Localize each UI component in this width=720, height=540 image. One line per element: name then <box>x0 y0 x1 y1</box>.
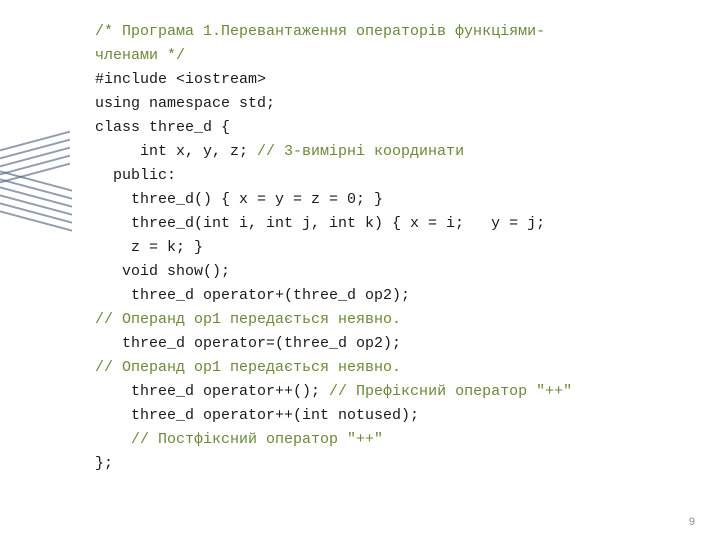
code-text: public: <box>95 167 176 184</box>
page-number: 9 <box>689 516 695 528</box>
code-text: // 3-вимірні координати <box>257 143 464 160</box>
code-text: int x, y, z; <box>95 143 257 160</box>
code-text: #include <box>95 71 176 88</box>
code-text: // Операнд op1 передається неявно. <box>95 311 401 328</box>
code-text: class three_d { <box>95 119 230 136</box>
code-text: z = k; } <box>95 239 203 256</box>
code-text: /* Програма 1.Перевантаження операторів … <box>95 23 545 40</box>
code-text: // Операнд op1 передається неявно. <box>95 359 401 376</box>
code-text: // Префіксний оператор "++" <box>329 383 572 400</box>
code-text: three_d() { x = y = z = 0; } <box>95 191 383 208</box>
code-text: <iostream> <box>176 71 266 88</box>
code-text: three_d operator=(three_d op2); <box>95 335 401 352</box>
code-text: void show(); <box>95 263 230 280</box>
code-text: // Постфіксний оператор "++" <box>95 431 383 448</box>
code-text: three_d operator++(int notused); <box>95 407 419 424</box>
code-block: /* Програма 1.Перевантаження операторів … <box>0 0 720 496</box>
code-text: }; <box>95 455 113 472</box>
code-text: членами */ <box>95 47 185 64</box>
code-text: three_d operator++(); <box>95 383 329 400</box>
code-text: three_d(int i, int j, int k) { x = i; y … <box>95 215 545 232</box>
code-text: using namespace std; <box>95 95 275 112</box>
code-text: three_d operator+(three_d op2); <box>95 287 410 304</box>
